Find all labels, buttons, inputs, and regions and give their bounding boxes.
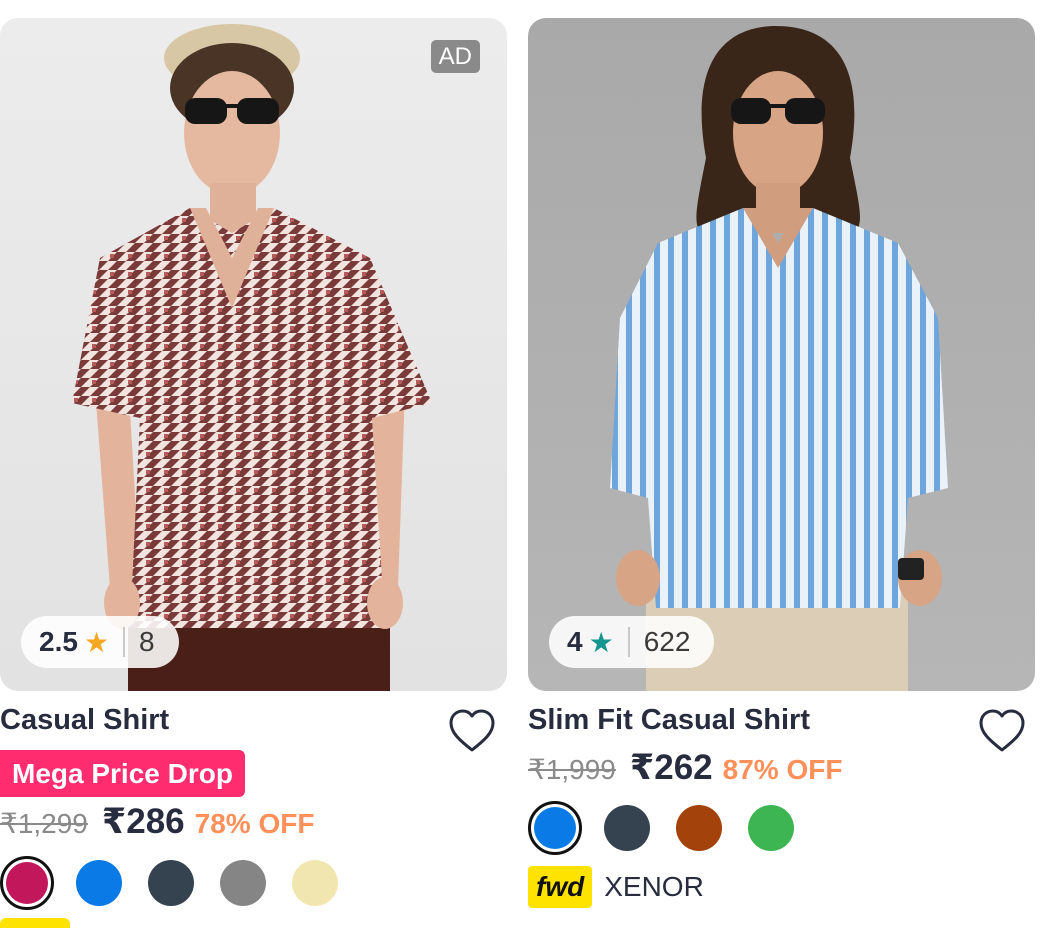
product-image[interactable]: AD 2.5 ★ 8: [0, 18, 507, 691]
color-swatch[interactable]: [220, 860, 266, 906]
color-swatch[interactable]: [528, 801, 582, 855]
rating-divider: [627, 627, 630, 657]
heart-outline-icon[interactable]: [448, 708, 496, 754]
mega-price-drop-badge: Mega Price Drop: [0, 750, 245, 797]
mrp-price: ₹1,299: [0, 808, 88, 839]
price-row: ₹1,299 ₹286 78% OFF: [0, 802, 314, 842]
color-swatch[interactable]: [676, 805, 722, 851]
mrp-price: ₹1,999: [528, 754, 616, 785]
rating-count: 622: [643, 626, 691, 657]
product-card-slim-fit-casual-shirt[interactable]: 4 ★ 622 Slim Fit Casual Shirt ₹1,999 ₹26…: [528, 18, 1035, 928]
model-photo: [72, 24, 432, 691]
product-image[interactable]: 4 ★ 622: [528, 18, 1035, 691]
discount-label: 78% OFF: [194, 808, 315, 839]
discount-label: 87% OFF: [722, 754, 843, 785]
rating-pill: 4 ★ 622: [549, 616, 715, 668]
selling-price: ₹262: [629, 748, 713, 787]
color-swatch[interactable]: [148, 860, 194, 906]
rating-value: 2.5: [39, 626, 78, 657]
brand-row: fwd XENOR: [528, 866, 704, 908]
rating-value: 4: [567, 626, 583, 657]
price-row: ₹1,999 ₹262 87% OFF: [528, 748, 842, 788]
product-card-casual-shirt[interactable]: AD 2.5 ★ 8 Casual Shirt Mega Price Drop …: [0, 18, 507, 928]
color-swatch[interactable]: [748, 805, 794, 851]
star-icon: ★: [83, 626, 110, 658]
product-title[interactable]: Casual Shirt: [0, 704, 169, 737]
fwd-logo-partial: [0, 918, 70, 928]
brand-name[interactable]: XENOR: [604, 871, 704, 903]
star-icon: ★: [588, 626, 614, 658]
ad-badge: AD: [430, 40, 480, 73]
model-photo: [610, 26, 948, 691]
rating-count: 8: [139, 626, 155, 657]
color-swatch[interactable]: [0, 856, 54, 910]
selling-price: ₹286: [101, 802, 185, 841]
color-swatch[interactable]: [292, 860, 338, 906]
color-swatches: [528, 801, 820, 855]
color-swatch[interactable]: [604, 805, 650, 851]
color-swatches: [0, 856, 364, 910]
fwd-logo: fwd: [528, 866, 593, 908]
product-title[interactable]: Slim Fit Casual Shirt: [528, 704, 810, 737]
rating-divider: [123, 627, 126, 657]
color-swatch[interactable]: [76, 860, 122, 906]
rating-pill: 2.5 ★ 8: [21, 616, 179, 668]
heart-outline-icon[interactable]: [978, 708, 1026, 754]
